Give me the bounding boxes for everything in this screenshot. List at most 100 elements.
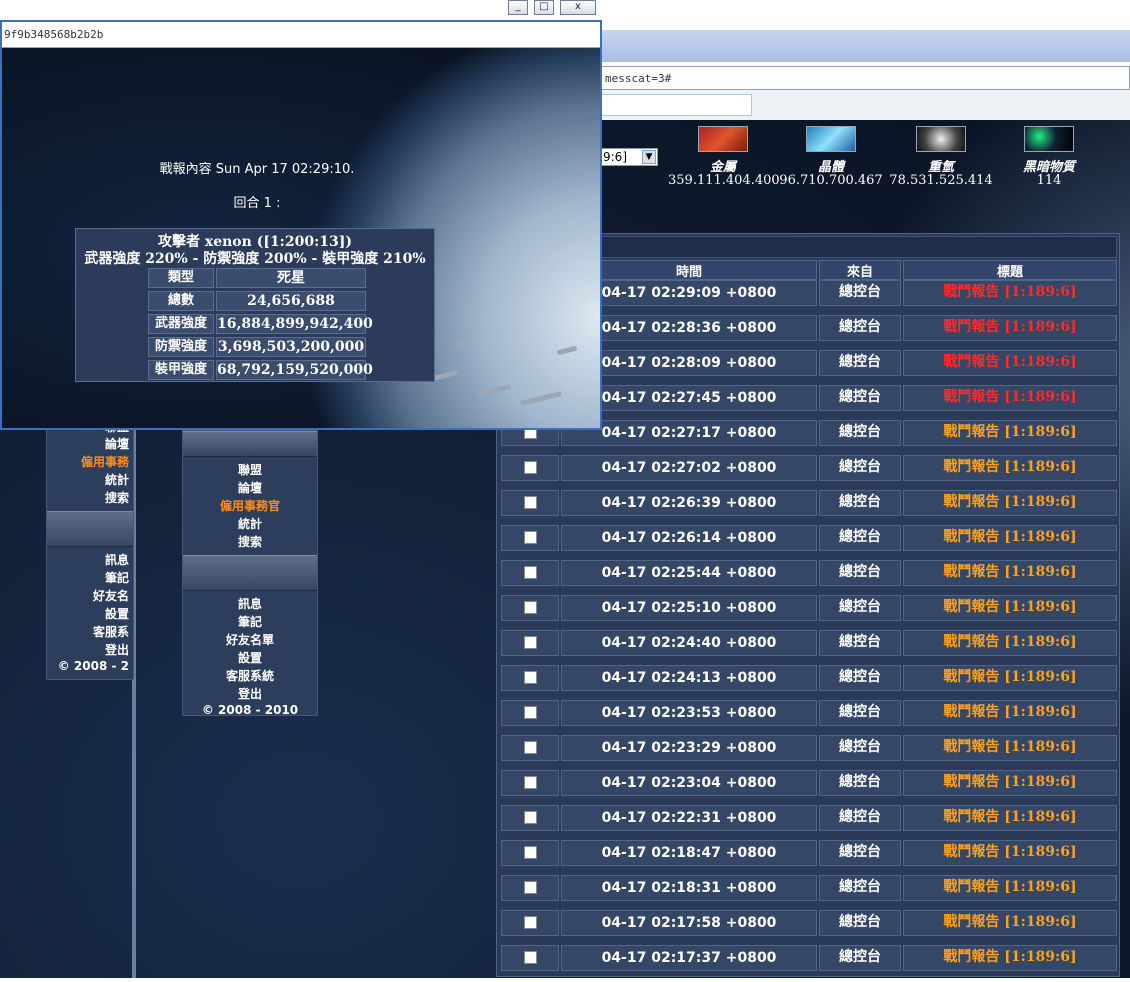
message-title-link[interactable]: 戰鬥報告 [1:189:6] xyxy=(903,385,1117,411)
message-row[interactable]: 04-17 02:23:29 +0800 總控台 戰鬥報告 [1:189:6] xyxy=(497,735,1121,770)
message-title-link[interactable]: 戰鬥報告 [1:189:6] xyxy=(903,455,1117,481)
message-row[interactable]: 04-17 02:17:37 +0800 總控台 戰鬥報告 [1:189:6] xyxy=(497,945,1121,980)
sidebar-item-notes[interactable]: 筆記 xyxy=(183,613,317,631)
message-checkbox[interactable] xyxy=(523,600,537,614)
sidebar-item-logout[interactable]: 登出 xyxy=(183,685,317,703)
message-checkbox[interactable] xyxy=(523,880,537,894)
message-title-link[interactable]: 戰鬥報告 [1:189:6] xyxy=(903,630,1117,656)
message-title-link[interactable]: 戰鬥報告 [1:189:6] xyxy=(903,595,1117,621)
message-from: 總控台 xyxy=(819,350,901,376)
minimize-icon[interactable]: _ xyxy=(508,0,528,15)
message-checkbox[interactable] xyxy=(523,635,537,649)
message-title-link[interactable]: 戰鬥報告 [1:189:6] xyxy=(903,700,1117,726)
message-checkbox[interactable] xyxy=(523,845,537,859)
message-row[interactable]: 04-17 02:23:53 +0800 總控台 戰鬥報告 [1:189:6] xyxy=(497,700,1121,735)
message-row[interactable]: 04-17 02:23:04 +0800 總控台 戰鬥報告 [1:189:6] xyxy=(497,770,1121,805)
close-icon[interactable]: x xyxy=(560,0,596,15)
message-title-link[interactable]: 戰鬥報告 [1:189:6] xyxy=(903,350,1117,376)
message-title-link[interactable]: 戰鬥報告 [1:189:6] xyxy=(903,875,1117,901)
message-title-link[interactable]: 戰鬥報告 [1:189:6] xyxy=(903,525,1117,551)
message-checkbox-cell xyxy=(501,910,559,936)
message-row[interactable]: 04-17 02:18:47 +0800 總控台 戰鬥報告 [1:189:6] xyxy=(497,840,1121,875)
message-title-link[interactable]: 戰鬥報告 [1:189:6] xyxy=(903,805,1117,831)
message-row[interactable]: 04-17 02:24:13 +0800 總控台 戰鬥報告 [1:189:6] xyxy=(497,665,1121,700)
message-row[interactable]: 04-17 02:24:40 +0800 總控台 戰鬥報告 [1:189:6] xyxy=(497,630,1121,665)
message-title-link[interactable]: 戰鬥報告 [1:189:6] xyxy=(903,490,1117,516)
message-checkbox[interactable] xyxy=(523,670,537,684)
sidebar-item-messages[interactable]: 訊息 xyxy=(183,595,317,613)
ship-graphic xyxy=(476,383,512,398)
resource-name: 黑暗物質 xyxy=(1022,160,1075,175)
sidebar-item-settings[interactable]: 設置 xyxy=(183,649,317,667)
back-address-bar[interactable]: messcat=3# xyxy=(600,66,1130,90)
message-title-link[interactable]: 戰鬥報告 [1:189:6] xyxy=(903,910,1117,936)
message-from: 總控台 xyxy=(819,875,901,901)
message-title-link[interactable]: 戰鬥報告 [1:189:6] xyxy=(903,735,1117,761)
message-checkbox[interactable] xyxy=(523,460,537,474)
message-from: 總控台 xyxy=(819,630,901,656)
message-row[interactable]: 04-17 02:25:44 +0800 總控台 戰鬥報告 [1:189:6] xyxy=(497,560,1121,595)
message-title-link[interactable]: 戰鬥報告 [1:189:6] xyxy=(903,280,1117,306)
ship-graphic xyxy=(520,390,562,407)
message-title-link[interactable]: 戰鬥報告 [1:189:6] xyxy=(903,420,1117,446)
message-title-link[interactable]: 戰鬥報告 [1:189:6] xyxy=(903,560,1117,586)
message-row[interactable]: 04-17 02:26:39 +0800 總控台 戰鬥報告 [1:189:6] xyxy=(497,490,1121,525)
resource-name: 重氫 xyxy=(927,160,954,175)
message-checkbox[interactable] xyxy=(523,950,537,964)
sidebar-item-settings[interactable]: 設置 xyxy=(47,605,133,623)
message-checkbox-cell xyxy=(501,840,559,866)
message-time: 04-17 02:26:14 +0800 xyxy=(561,525,817,551)
maximize-icon[interactable]: □ xyxy=(534,0,554,15)
sidebar-item-officers[interactable]: 僱用事務官 xyxy=(183,497,317,515)
message-row[interactable]: 04-17 02:26:14 +0800 總控台 戰鬥報告 [1:189:6] xyxy=(497,525,1121,560)
chevron-down-icon[interactable]: ▼ xyxy=(642,150,656,164)
message-checkbox[interactable] xyxy=(523,775,537,789)
message-checkbox[interactable] xyxy=(523,705,537,719)
popup-address-bar[interactable]: 9f9b348568b2b2b xyxy=(2,22,600,48)
fleet-row-armor: 裝甲強度 68,792,159,520,000 xyxy=(148,360,438,381)
message-checkbox-cell xyxy=(501,455,559,481)
planet-select[interactable]: 9:6] ▼ xyxy=(600,148,658,166)
message-title-link[interactable]: 戰鬥報告 [1:189:6] xyxy=(903,315,1117,341)
sidebar-item-logout[interactable]: 登出 xyxy=(47,641,133,659)
resource-deuterium: 重氫 78.531.525.414 xyxy=(886,126,996,188)
resource-value: 78.531.525.414 xyxy=(889,173,993,188)
back-search-box[interactable] xyxy=(600,94,752,116)
message-checkbox[interactable] xyxy=(523,530,537,544)
message-row[interactable]: 04-17 02:18:31 +0800 總控台 戰鬥報告 [1:189:6] xyxy=(497,875,1121,910)
sidebar-item-officers[interactable]: 僱用事務 xyxy=(47,453,133,471)
message-title-link[interactable]: 戰鬥報告 [1:189:6] xyxy=(903,840,1117,866)
sidebar-item-support[interactable]: 客服系 xyxy=(47,623,133,641)
message-time: 04-17 02:25:10 +0800 xyxy=(561,595,817,621)
sidebar-item-alliance[interactable]: 聯盟 xyxy=(183,461,317,479)
message-time: 04-17 02:24:13 +0800 xyxy=(561,665,817,691)
message-checkbox[interactable] xyxy=(523,565,537,579)
message-checkbox[interactable] xyxy=(523,495,537,509)
sidebar-item-search[interactable]: 搜索 xyxy=(183,533,317,551)
message-title-link[interactable]: 戰鬥報告 [1:189:6] xyxy=(903,665,1117,691)
sidebar-item-search[interactable]: 搜索 xyxy=(47,489,133,507)
message-title-link[interactable]: 戰鬥報告 [1:189:6] xyxy=(903,770,1117,796)
sidebar-item-buddies[interactable]: 好友名單 xyxy=(183,631,317,649)
sidebar-item-notes[interactable]: 筆記 xyxy=(47,569,133,587)
resource-value: 114 xyxy=(1036,173,1062,188)
sidebar-item-forum[interactable]: 論壇 xyxy=(47,435,133,453)
message-from: 總控台 xyxy=(819,280,901,306)
message-row[interactable]: 04-17 02:17:58 +0800 總控台 戰鬥報告 [1:189:6] xyxy=(497,910,1121,945)
header-title: 標題 xyxy=(903,260,1117,280)
message-time: 04-17 02:23:29 +0800 xyxy=(561,735,817,761)
message-row[interactable]: 04-17 02:22:31 +0800 總控台 戰鬥報告 [1:189:6] xyxy=(497,805,1121,840)
sidebar-item-support[interactable]: 客服系統 xyxy=(183,667,317,685)
message-row[interactable]: 04-17 02:27:02 +0800 總控台 戰鬥報告 [1:189:6] xyxy=(497,455,1121,490)
sidebar-item-forum[interactable]: 論壇 xyxy=(183,479,317,497)
message-from: 總控台 xyxy=(819,420,901,446)
sidebar-item-buddies[interactable]: 好友名 xyxy=(47,587,133,605)
message-checkbox[interactable] xyxy=(523,810,537,824)
message-row[interactable]: 04-17 02:25:10 +0800 總控台 戰鬥報告 [1:189:6] xyxy=(497,595,1121,630)
message-title-link[interactable]: 戰鬥報告 [1:189:6] xyxy=(903,945,1117,971)
message-checkbox[interactable] xyxy=(523,740,537,754)
message-checkbox[interactable] xyxy=(523,915,537,929)
sidebar-item-statistics[interactable]: 統計 xyxy=(183,515,317,533)
sidebar-item-messages[interactable]: 訊息 xyxy=(47,551,133,569)
sidebar-item-statistics[interactable]: 統計 xyxy=(47,471,133,489)
